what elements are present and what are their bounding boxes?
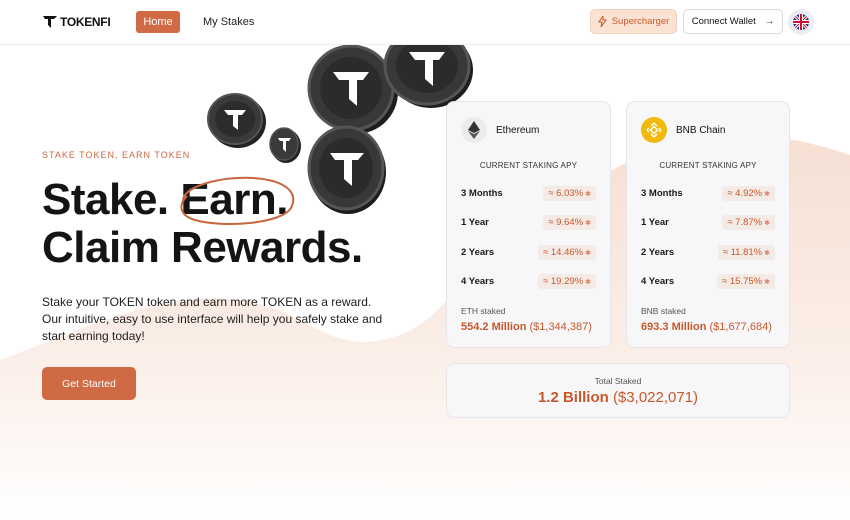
staked-value: 554.2 Million ($1,344,387) [461,321,592,333]
get-started-button[interactable]: Get Started [42,367,136,400]
apy-row: 1 Year ≈ 7.87% ✱ [641,215,775,230]
apy-row: 2 Years ≈ 14.46% ✱ [461,245,596,260]
apy-value-badge: ≈ 7.87% ✱ [722,215,775,230]
hero-title-stake: Stake. [42,175,169,224]
token-coin-icon [207,93,266,148]
apy-period: 2 Years [641,247,675,258]
apy-period: 3 Months [461,188,503,199]
staked-amount: 554.2 Million [461,321,527,333]
apy-period: 4 Years [641,276,675,287]
apy-row: 3 Months ≈ 6.03% ✱ [461,186,596,201]
apy-title: CURRENT STAKING APY [479,161,578,170]
ethereum-staking-card: Ethereum CURRENT STAKING APY 3 Months ≈ … [446,101,611,348]
sparkle-icon: ✱ [764,278,770,286]
apy-row: 4 Years ≈ 15.75% ✱ [641,274,775,289]
sparkle-icon: ✱ [585,219,591,227]
apy-value-badge: ≈ 4.92% ✱ [722,186,775,201]
total-staked-card: Total Staked 1.2 Billion ($3,022,071) [446,363,790,418]
total-staked-amount: 1.2 Billion [537,389,609,406]
apy-value-badge: ≈ 6.03% ✱ [543,186,596,201]
apy-row: 2 Years ≈ 11.81% ✱ [641,245,775,260]
total-staked-label: Total Staked [594,376,642,386]
earn-highlight-circle [180,176,295,225]
hero-eyebrow: STAKE TOKEN, EARN TOKEN [42,150,191,160]
total-staked-value: 1.2 Billion ($3,022,071) [447,389,789,406]
staked-label: ETH staked [461,306,506,316]
staked-value: 693.3 Million ($1,677,684) [641,321,772,333]
card-header: BNB Chain [641,117,725,143]
sparkle-icon: ✱ [585,190,591,198]
sparkle-icon: ✱ [764,219,770,227]
apy-value-badge: ≈ 14.46% ✱ [538,245,596,260]
staked-usd: ($1,677,684) [709,321,772,333]
staked-label: BNB staked [641,306,686,316]
apy-value-badge: ≈ 15.75% ✱ [717,274,775,289]
supercharger-label: Supercharger [611,16,670,27]
apy-period: 3 Months [641,188,683,199]
sparkle-icon: ✱ [585,278,591,286]
apy-value-badge: ≈ 19.29% ✱ [538,274,596,289]
apy-row: 4 Years ≈ 19.29% ✱ [461,274,596,289]
apy-period: 4 Years [461,276,495,287]
sparkle-icon: ✱ [764,190,770,198]
lightning-icon [597,16,607,27]
staked-usd: ($1,344,387) [529,321,592,333]
hero-description: Stake your TOKEN token and earn more TOK… [42,295,383,343]
connect-wallet-button[interactable]: Connect Wallet → [683,9,783,34]
logo-text: TOKENFI [60,15,111,29]
tokenfi-logo-icon [43,16,57,28]
apy-value-badge: ≈ 9.64% ✱ [543,215,596,230]
top-header: TOKENFI Home My Stakes Supercharger Conn… [0,0,850,45]
apy-row: 3 Months ≈ 4.92% ✱ [641,186,775,201]
ethereum-icon [461,117,487,143]
logo[interactable]: TOKENFI [42,13,111,31]
nav-my-stakes-link[interactable]: My Stakes [203,11,254,33]
hero-title-line2: Claim Rewards. [42,223,363,272]
apy-title: CURRENT STAKING APY [659,161,757,170]
uk-flag-icon [793,14,809,30]
language-selector[interactable] [788,9,814,35]
bnb-icon [641,117,667,143]
apy-period: 1 Year [641,217,669,228]
staked-amount: 693.3 Million [641,321,707,333]
apy-row: 1 Year ≈ 9.64% ✱ [461,215,596,230]
token-coin-icon [269,127,301,163]
supercharger-button[interactable]: Supercharger [590,9,677,34]
chain-name: Ethereum [496,124,540,136]
total-staked-usd: ($3,022,071) [612,389,699,406]
connect-wallet-label: Connect Wallet [691,16,756,27]
bnb-staking-card: BNB Chain CURRENT STAKING APY 3 Months ≈… [626,101,790,348]
sparkle-icon: ✱ [764,249,770,257]
card-header: Ethereum [461,117,539,143]
apy-value-badge: ≈ 11.81% ✱ [717,245,775,260]
apy-period: 1 Year [461,217,489,228]
chain-name: BNB Chain [676,124,726,136]
arrow-right-icon: → [764,16,775,27]
nav-home-button[interactable]: Home [136,11,180,33]
sparkle-icon: ✱ [585,249,591,257]
apy-period: 2 Years [461,247,495,258]
